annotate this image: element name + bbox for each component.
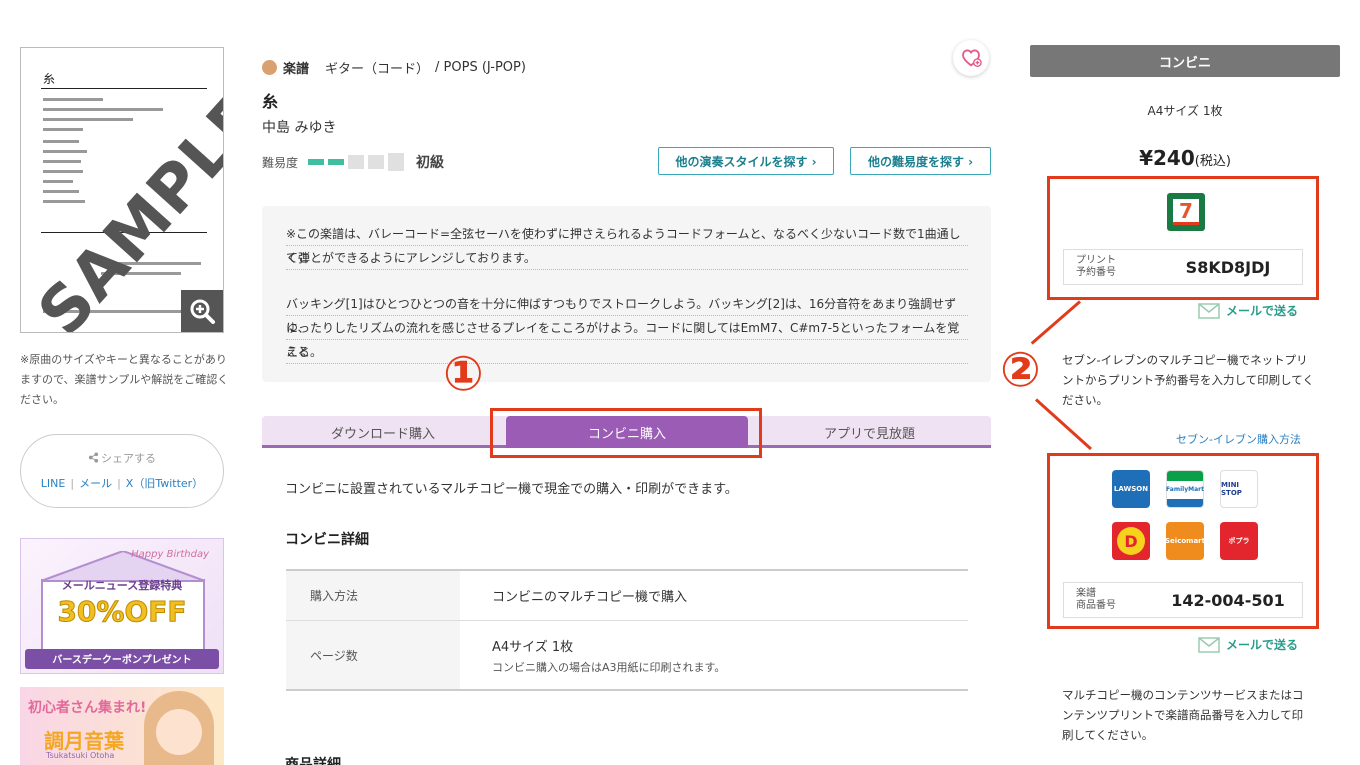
tab-download[interactable]: ダウンロード購入: [262, 416, 504, 448]
banner2-romaji: Tsukatsuki Otoha: [46, 751, 115, 760]
send-mail-link[interactable]: メールで送る: [1198, 302, 1298, 319]
banner-birthday-text: Happy Birthday: [131, 549, 209, 560]
multicopy-note: マルチコピー機のコンテンツサービスまたはコンテンツプリントで楽譜商品番号を入力し…: [1062, 688, 1304, 742]
artist-name[interactable]: 中島 みゆき: [262, 117, 336, 137]
share-mail-link[interactable]: メール: [79, 477, 112, 490]
seven-eleven-box: 7 プリント 予約番号 S8KD8JDJ: [1047, 176, 1319, 300]
product-detail-title: 商品詳細: [285, 757, 341, 765]
share-line-link[interactable]: LINE: [41, 477, 66, 490]
description-line: くことができるようにアレンジしております。: [286, 251, 536, 265]
code-label: プリント: [1076, 255, 1116, 266]
detail-label: ページ数: [286, 621, 460, 689]
convenience-intro: コンビニに設置されているマルチコピー機で現金での購入・印刷ができます。: [285, 482, 738, 497]
description-box: ※この楽譜は、バレーコード=全弦セーハを使わずに押さえられるようコードフォームと…: [262, 206, 991, 382]
other-style-button[interactable]: 他の演奏スタイルを探す ›: [658, 147, 834, 175]
birthday-coupon-banner[interactable]: Happy Birthday メールニュース登録特典 30%OFF バースデーク…: [20, 538, 224, 674]
convenience-detail-title: コンビニ詳細: [285, 532, 369, 548]
difficulty-meter: 難易度 初級: [262, 152, 444, 172]
seicomart-logo-icon: Seicomart: [1165, 522, 1205, 560]
breadcrumb-genre[interactable]: / POPS (J-POP): [435, 60, 526, 75]
detail-label: 購入方法: [286, 571, 460, 620]
share-x-link[interactable]: X（旧Twitter）: [126, 477, 203, 490]
tab-app-subscription[interactable]: アプリで見放題: [748, 416, 991, 448]
other-stores-box: LAWSON FamilyMart MINI STOP D Seicomart …: [1047, 453, 1319, 629]
sheet-thumbnail[interactable]: 糸 SAMPLE: [20, 47, 224, 333]
table-row: ページ数 A4サイズ 1枚 コンビニ購入の場合はA3用紙に印刷されます。: [286, 621, 968, 691]
familymart-logo-icon: FamilyMart: [1166, 470, 1204, 508]
print-code-row: プリント 予約番号 S8KD8JDJ: [1063, 249, 1303, 285]
difficulty-level: 初級: [416, 155, 445, 171]
mail-icon: [1198, 636, 1220, 653]
breadcrumb-category[interactable]: 楽譜: [283, 58, 309, 77]
difficulty-bar: [328, 159, 345, 165]
print-reservation-code[interactable]: S8KD8JDJ: [1154, 258, 1302, 277]
highlight-box-tab: [490, 408, 762, 458]
ministop-logo-icon: MINI STOP: [1220, 470, 1258, 508]
description-line: こと。: [286, 345, 323, 359]
seven-eleven-howto-link[interactable]: セブン-イレブン購入方法: [1176, 431, 1301, 447]
daily-yamazaki-logo-icon: D: [1112, 522, 1150, 560]
detail-note: コンビニ購入の場合はA3用紙に印刷されます。: [492, 660, 726, 674]
seven-eleven-note: セブン-イレブンのマルチコピー機でネットプリントからプリント予約番号を入力して印…: [1062, 353, 1314, 407]
code-label: 予約番号: [1076, 267, 1116, 278]
difficulty-label: 難易度: [262, 155, 299, 170]
other-difficulty-button[interactable]: 他の難易度を探す ›: [850, 147, 991, 175]
banner-discount: 30%OFF: [57, 595, 187, 629]
convenience-header: コンビニ: [1030, 45, 1340, 77]
difficulty-bar: [388, 153, 405, 171]
breadcrumb-instrument[interactable]: ギター（コード）: [325, 58, 429, 77]
price-tax: (税込): [1194, 154, 1231, 169]
convenience-detail-table: 購入方法 コンビニのマルチコピー機で購入 ページ数 A4サイズ 1枚 コンビニ購…: [286, 569, 968, 691]
size-info: A4サイズ 1枚: [1147, 104, 1223, 118]
breadcrumb: 楽譜 ギター（コード） / POPS (J-POP): [262, 58, 526, 77]
send-mail-link[interactable]: メールで送る: [1198, 636, 1298, 653]
zoom-in-icon: [190, 299, 215, 324]
detail-value: コンビニのマルチコピー機で購入: [492, 590, 688, 605]
beginner-banner[interactable]: 初心者さん集まれ! 調月音葉 Tsukatsuki Otoha: [20, 687, 224, 765]
favorite-button[interactable]: [953, 40, 989, 76]
heart-plus-icon: [962, 49, 982, 67]
difficulty-bar: [308, 159, 325, 165]
detail-value: A4サイズ 1枚: [492, 639, 574, 655]
banner-bottom-text: バースデークーポンプレゼント: [52, 655, 192, 666]
thumbnail-title: 糸: [43, 72, 56, 86]
annotation-one: ①: [443, 346, 484, 402]
difficulty-bar: [368, 155, 385, 169]
share-box: シェアする LINE | メール | X（旧Twitter）: [20, 434, 224, 508]
banner2-heading: 初心者さん集まれ!: [28, 700, 147, 716]
product-code-row: 楽譜 商品番号 142-004-501: [1063, 582, 1303, 618]
code-label: 商品番号: [1076, 600, 1116, 611]
poplar-logo-icon: ポプラ: [1220, 522, 1258, 560]
share-title[interactable]: シェアする: [21, 450, 223, 466]
banner2-name: 調月音葉: [44, 729, 124, 753]
product-number[interactable]: 142-004-501: [1154, 591, 1302, 610]
sample-note: ※原曲のサイズやキーと異なることがありますので、楽譜サンプルや解説をご確認くださ…: [20, 353, 229, 406]
price: ¥240(税込): [1030, 146, 1340, 170]
table-row: 購入方法 コンビニのマルチコピー機で購入: [286, 571, 968, 621]
music-note-icon: [262, 60, 277, 75]
song-title: 糸: [262, 92, 279, 111]
price-value: ¥240: [1139, 146, 1195, 170]
annotation-two: ②: [1000, 342, 1041, 398]
code-label: 楽譜: [1076, 588, 1096, 599]
difficulty-bar: [348, 155, 365, 169]
mail-icon: [1198, 302, 1220, 319]
annotation-connector: [1030, 300, 1081, 345]
banner-heading: メールニュース登録特典: [61, 579, 183, 592]
share-icon: [88, 452, 99, 463]
seven-eleven-logo-icon: 7: [1167, 193, 1205, 231]
lawson-logo-icon: LAWSON: [1112, 470, 1150, 508]
zoom-button[interactable]: [181, 290, 223, 332]
